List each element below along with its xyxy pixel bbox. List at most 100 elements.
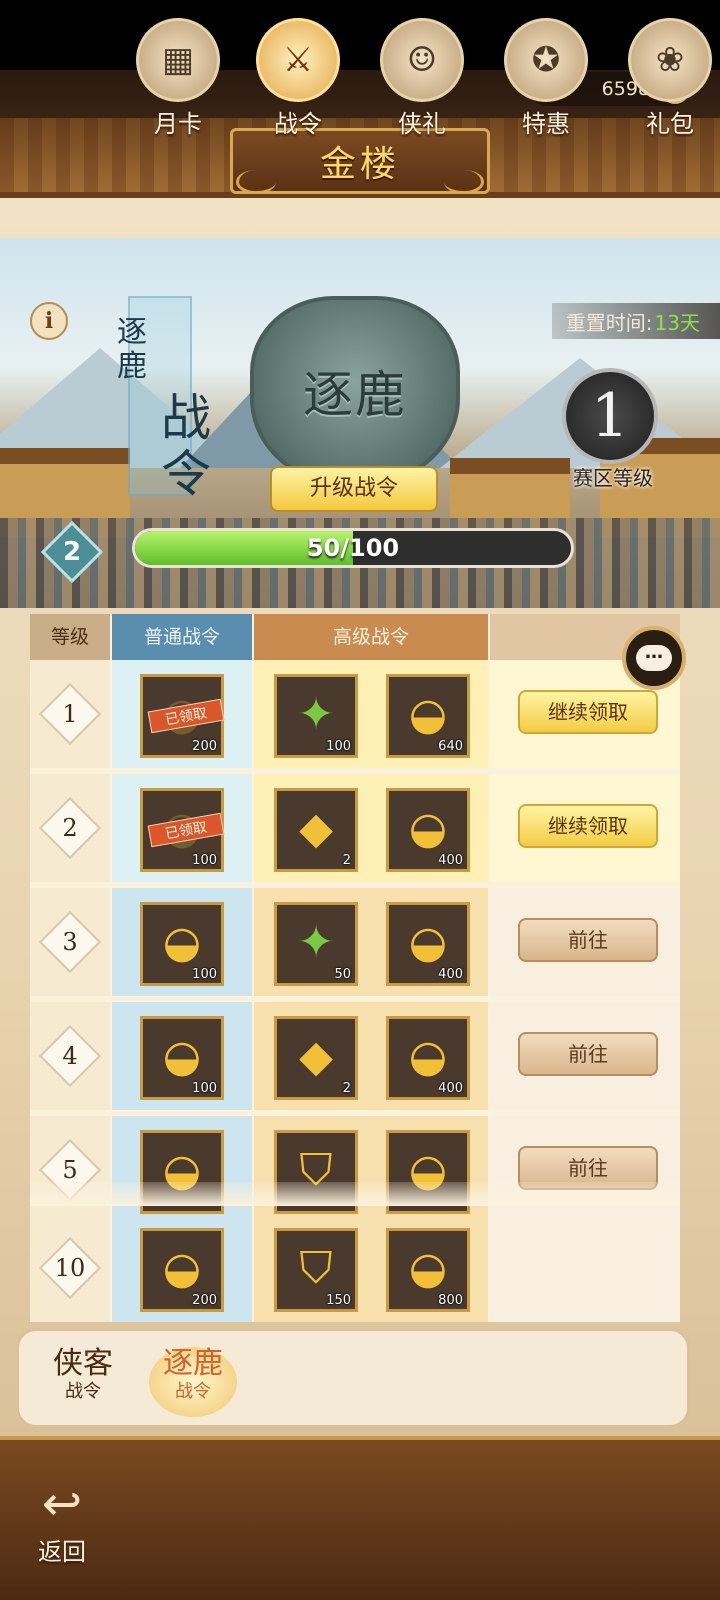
back-button[interactable]: ↩ 返回 bbox=[22, 1476, 102, 1586]
premium-reward-cell: ◆ 2 ◒ 400 bbox=[254, 774, 488, 882]
pass-tab-strip: 侠客 战令 逐鹿 战令 bbox=[16, 1328, 690, 1428]
pass-emblem: 逐鹿 bbox=[250, 296, 460, 486]
reset-value: 13天 bbox=[654, 310, 700, 335]
level-number: 2 bbox=[62, 814, 78, 842]
list-fade bbox=[30, 1182, 680, 1206]
level-cell: 10 bbox=[30, 1214, 110, 1322]
go-button[interactable]: 前往 bbox=[518, 918, 658, 962]
reward-quantity: 100 bbox=[326, 739, 351, 754]
info-button[interactable]: i bbox=[30, 302, 68, 340]
table-row: 10 ◒ 200 ⛉ 150 ◒ 800 bbox=[30, 1214, 680, 1322]
premium-reward-cell: ✦ 100 ◒ 640 bbox=[254, 660, 488, 768]
nav-monthly-card[interactable]: ▦ 月卡 bbox=[128, 18, 228, 158]
normal-reward-cell: ◒已领取200 bbox=[112, 660, 252, 768]
emblem-text: 逐鹿 bbox=[303, 366, 407, 424]
back-label: 返回 bbox=[38, 1538, 86, 1566]
table-row: 1 ◒已领取200 ✦100 ◒640 继续领取 bbox=[30, 660, 680, 768]
table-row: 2◒已领取100◆2◒400继续领取 bbox=[30, 774, 680, 882]
gold-ingot-icon: ◒ bbox=[162, 1243, 202, 1294]
upgrade-pass-button[interactable]: 升级战令 bbox=[270, 466, 438, 512]
reward-pack-icon: ◆ bbox=[299, 803, 333, 854]
nav-label: 特惠 bbox=[522, 110, 570, 138]
level-number: 10 bbox=[54, 1254, 86, 1282]
jade-shard-icon: ✦ bbox=[297, 689, 335, 740]
reward-quantity: 400 bbox=[438, 967, 463, 982]
reward-pack-icon: ◆ bbox=[299, 1031, 333, 1082]
table-row: 3 ◒ 100 ✦ 50 ◒ 400 前往 bbox=[30, 888, 680, 996]
plaque-ornament-left bbox=[236, 170, 276, 194]
action-cell: 继续领取 bbox=[490, 774, 680, 882]
reset-label: 重置时间: bbox=[565, 310, 653, 335]
header-level: 等级 bbox=[30, 614, 110, 660]
tab-label-line1: 侠客 bbox=[53, 1346, 113, 1381]
pass-title-big: 战令 bbox=[161, 389, 211, 503]
tab-xiake-pass[interactable]: 侠客 战令 bbox=[39, 1347, 127, 1417]
table-row: 5 ◒ ⛉ ◒ 前往 bbox=[30, 1116, 680, 1224]
battle-icon: ⚔ bbox=[256, 18, 340, 102]
premium-reward-cell: ✦ 50 ◒ 400 bbox=[254, 888, 488, 996]
level-number: 5 bbox=[62, 1156, 78, 1184]
reward-item[interactable]: ◒ 100 bbox=[140, 902, 224, 986]
nav-hero-gift[interactable]: ☺ 侠礼 bbox=[372, 18, 472, 158]
reward-item[interactable]: ◒ 100 bbox=[140, 1016, 224, 1100]
table-row: 4 ◒ 100 ◆ 2 ◒ 400 前往 bbox=[30, 1002, 680, 1110]
reward-quantity: 400 bbox=[438, 1081, 463, 1096]
tab-zhuolu-pass[interactable]: 逐鹿 战令 bbox=[149, 1347, 237, 1417]
premium-reward-cell: ⛉ ◒ bbox=[254, 1116, 488, 1224]
gold-ingot-icon: ◒ bbox=[162, 917, 202, 968]
hero-icon: ☺ bbox=[380, 18, 464, 102]
reward-item[interactable]: ◒已领取200 bbox=[140, 674, 225, 758]
nav-special-offer[interactable]: ✪ 特惠 bbox=[496, 18, 596, 158]
reward-quantity: 100 bbox=[192, 1081, 217, 1096]
gold-ingot-icon: ◒ bbox=[162, 1031, 202, 1082]
reward-quantity: 400 bbox=[438, 853, 463, 868]
reward-item[interactable]: ✦ 100 bbox=[274, 674, 358, 758]
go-button[interactable]: 前往 bbox=[518, 1032, 658, 1076]
reward-item[interactable]: ✦ 50 bbox=[274, 902, 358, 986]
progress-text: 50/100 bbox=[306, 534, 400, 562]
zone-level-badge: 1 bbox=[562, 368, 658, 464]
reward-quantity: 800 bbox=[438, 1293, 463, 1308]
progress-bar: 50/100 bbox=[132, 528, 574, 568]
tab-label-line1: 逐鹿 bbox=[163, 1346, 223, 1381]
chat-button[interactable]: … bbox=[622, 626, 686, 690]
chat-icon: … bbox=[636, 644, 672, 671]
premium-reward-cell: ◆ 2 ◒ 400 bbox=[254, 1002, 488, 1110]
level-number: 4 bbox=[62, 1042, 78, 1070]
reward-item[interactable]: ◒ 400 bbox=[386, 902, 470, 986]
nav-gift-pack[interactable]: ❀ 礼包 bbox=[620, 18, 720, 158]
nav-battle-pass[interactable]: ⚔ 战令 bbox=[248, 18, 348, 158]
reward-item[interactable]: ◒ 400 bbox=[386, 788, 470, 872]
normal-reward-cell: ◒ 100 bbox=[112, 888, 252, 996]
reward-item[interactable]: ◒ 640 bbox=[386, 674, 470, 758]
reward-item[interactable]: ◒ 400 bbox=[386, 1016, 470, 1100]
level-cell: 5 bbox=[30, 1116, 110, 1224]
level-cell: 4 bbox=[30, 1002, 110, 1110]
pass-title-small: 逐鹿 bbox=[117, 315, 147, 384]
reward-item[interactable]: ◒ 200 bbox=[140, 1228, 224, 1312]
gold-ingot-icon: ◒ bbox=[408, 1031, 448, 1082]
continue-claim-button[interactable]: 继续领取 bbox=[518, 804, 658, 848]
reward-quantity: 100 bbox=[192, 853, 217, 868]
reward-quantity: 50 bbox=[334, 967, 351, 982]
reward-item[interactable]: ◆ 2 bbox=[274, 1016, 358, 1100]
reward-quantity: 100 bbox=[192, 967, 217, 982]
reward-item[interactable]: ◒已领取100 bbox=[140, 788, 225, 872]
gold-ingot-icon: ◒ bbox=[408, 689, 448, 740]
continue-claim-button[interactable]: 继续领取 bbox=[518, 690, 658, 734]
normal-reward-cell: ◒ 100 bbox=[112, 1002, 252, 1110]
action-cell bbox=[490, 1214, 680, 1322]
bottom-nav bbox=[0, 1436, 720, 1600]
level-cell: 2 bbox=[30, 774, 110, 882]
reward-item[interactable]: ◆ 2 bbox=[274, 788, 358, 872]
reward-item[interactable]: ⛉ 150 bbox=[274, 1228, 358, 1312]
reward-item[interactable]: ◒ 800 bbox=[386, 1228, 470, 1312]
reward-quantity: 200 bbox=[192, 739, 217, 754]
calendar-icon: ▦ bbox=[136, 18, 220, 102]
zone-level-label: 赛区等级 bbox=[573, 466, 653, 490]
reward-quantity: 200 bbox=[192, 1293, 217, 1308]
header-premium-pass: 高级战令 bbox=[254, 614, 488, 660]
action-cell: 前往 bbox=[490, 1116, 680, 1224]
coin-icon: ✪ bbox=[504, 18, 588, 102]
reward-quantity: 2 bbox=[342, 853, 351, 868]
